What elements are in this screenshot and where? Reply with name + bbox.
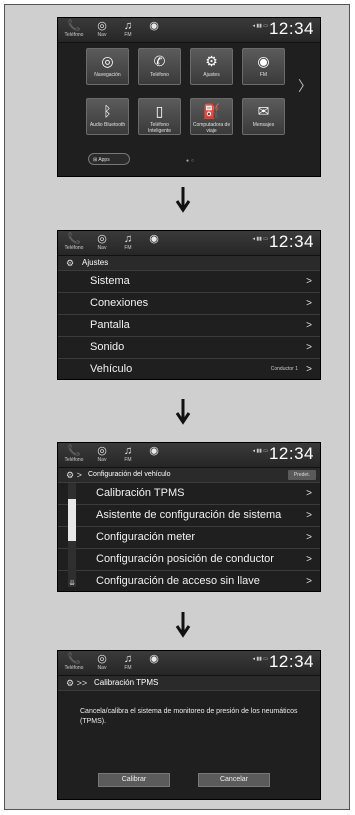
home-screen: 📞 Teléfono ◎ Nav ♫ FM ◉ ◂ ▮▮ ▭ 12:34 ◎ Naveg…	[57, 17, 321, 177]
gear-icon: ⚙ >	[66, 470, 82, 480]
navigation-icon[interactable]: ◎ Nav	[92, 20, 112, 38]
gear-icon: ⚙ >>	[66, 678, 88, 688]
tile-phone[interactable]: ✆ Teléfono	[138, 48, 181, 85]
navigation-icon[interactable]: ◎ Nav	[92, 653, 112, 671]
status-bar: 📞 Teléfono ◎ Nav ♫ FM ◉ ◂ ▮▮ ▭ 12:34	[58, 18, 320, 43]
vehicle-row-meter[interactable]: Configuración meter >	[58, 527, 320, 549]
settings-row-vehicle[interactable]: Vehículo Conductor 1 >	[58, 359, 320, 379]
audio-source-icon[interactable]: ◉	[144, 445, 164, 457]
scrollbar-thumb[interactable]	[68, 499, 76, 541]
radio-icon: ◉	[257, 53, 270, 69]
settings-row-system[interactable]: Sistema >	[58, 271, 320, 293]
radio-icon[interactable]: ♫ FM	[118, 233, 138, 251]
phone-icon: ✆	[153, 53, 166, 69]
tile-smartphone[interactable]: ▯ Teléfono Inteligente	[138, 98, 181, 135]
vehicle-row-driver-position[interactable]: Configuración posición de conductor >	[58, 549, 320, 571]
settings-row-sound[interactable]: Sonido >	[58, 337, 320, 359]
chevron-right-icon: >	[306, 364, 312, 375]
navigation-icon[interactable]: ◎ Nav	[92, 445, 112, 463]
page-indicator: ●○	[186, 158, 197, 164]
tile-fm[interactable]: ◉ FM	[242, 48, 285, 85]
driver-value: Conductor 1	[270, 366, 298, 372]
signal-icon: ◂ ▮▮ ▭	[252, 236, 268, 242]
radio-icon[interactable]: ♫ FM	[118, 20, 138, 38]
gear-icon: ⚙	[205, 53, 218, 69]
scroll-down-icon[interactable]: ⇊	[68, 579, 76, 587]
settings-title-bar: ⚙ Ajustes	[58, 256, 320, 271]
chevron-right-icon: >	[306, 320, 312, 331]
bluetooth-icon: ᛒ	[103, 103, 112, 119]
clock: 12:34	[268, 444, 314, 463]
down-arrow-icon	[175, 187, 191, 213]
tpms-message: Cancela/calibra el sistema de monitoreo …	[80, 708, 298, 725]
vehicle-title-bar: ⚙ > Configuración del vehículo Predet.	[58, 468, 320, 483]
tile-settings[interactable]: ⚙ Ajustes	[190, 48, 233, 85]
navigation-icon[interactable]: ◎ Nav	[92, 233, 112, 251]
tile-messages[interactable]: ✉ Mensajes	[242, 98, 285, 135]
navigation-icon: ◎	[101, 53, 114, 69]
radio-icon[interactable]: ♫ FM	[118, 653, 138, 671]
signal-icon: ◂ ▮▮ ▭	[252, 656, 268, 662]
chevron-right-icon: >	[306, 276, 312, 287]
phone-icon[interactable]: 📞 Teléfono	[64, 233, 84, 251]
sms-icon: ✉	[257, 103, 270, 119]
next-page-chevron-icon[interactable]: 〉	[298, 76, 312, 96]
gear-icon: ⚙	[66, 258, 75, 268]
tile-navigation[interactable]: ◎ Navegación	[86, 48, 129, 85]
tpms-title-bar: ⚙ >> Calibración TPMS	[58, 676, 320, 691]
radio-icon[interactable]: ♫ FM	[118, 445, 138, 463]
phone-icon[interactable]: 📞 Teléfono	[64, 20, 84, 38]
clock: 12:34	[268, 652, 314, 671]
tile-bluetooth-audio[interactable]: ᛒ Audio Bluetooth	[86, 98, 129, 135]
default-button[interactable]: Predet.	[287, 470, 316, 480]
clock: 12:34	[268, 19, 314, 38]
apps-button[interactable]: ⊞ Apps	[88, 153, 130, 165]
page-title: Calibración TPMS	[94, 678, 159, 687]
signal-icon: ◂ ▮▮ ▭	[252, 23, 268, 29]
chevron-right-icon: >	[306, 342, 312, 353]
fuel-icon: ⛽	[202, 103, 221, 119]
vehicle-row-keyless-access[interactable]: Configuración de acceso sin llave >	[58, 571, 320, 591]
audio-source-icon[interactable]: ◉	[144, 233, 164, 245]
page-title: Configuración del vehículo	[88, 471, 171, 478]
audio-source-icon[interactable]: ◉	[144, 20, 164, 32]
vehicle-row-tpms[interactable]: Calibración TPMS >	[58, 483, 320, 505]
calibrate-button[interactable]: Calibrar	[98, 773, 170, 787]
scrollbar[interactable]: ⇊	[68, 483, 76, 587]
clock: 12:34	[268, 232, 314, 251]
page-title: Ajustes	[82, 258, 109, 267]
down-arrow-icon	[175, 399, 191, 425]
tpms-calibration-screen: 📞 Teléfono ◎ Nav ♫ FM ◉ ◂ ▮▮ ▭ 12:34 ⚙ >> C…	[57, 650, 321, 800]
chevron-right-icon: >	[306, 298, 312, 309]
status-bar: 📞 Teléfono ◎ Nav ♫ FM ◉ ◂ ▮▮ ▭ 12:34	[58, 443, 320, 468]
chevron-right-icon: >	[306, 488, 312, 499]
signal-icon: ◂ ▮▮ ▭	[252, 448, 268, 454]
vehicle-settings-screen: 📞 Teléfono ◎ Nav ♫ FM ◉ ◂ ▮▮ ▭ 12:34 ⚙ > Co…	[57, 442, 321, 592]
status-bar: 📞 Teléfono ◎ Nav ♫ FM ◉ ◂ ▮▮ ▭ 12:34	[58, 231, 320, 256]
status-bar: 📞 Teléfono ◎ Nav ♫ FM ◉ ◂ ▮▮ ▭ 12:34	[58, 651, 320, 676]
chevron-right-icon: >	[306, 532, 312, 543]
chevron-right-icon: >	[306, 576, 312, 587]
phone-icon[interactable]: 📞 Teléfono	[64, 445, 84, 463]
phone-icon[interactable]: 📞 Teléfono	[64, 653, 84, 671]
cancel-button[interactable]: Cancelar	[198, 773, 270, 787]
settings-row-connections[interactable]: Conexiones >	[58, 293, 320, 315]
audio-source-icon[interactable]: ◉	[144, 653, 164, 665]
vehicle-row-setup-assistant[interactable]: Asistente de configuración de sistema >	[58, 505, 320, 527]
tile-trip-computer[interactable]: ⛽ Computadora de viaje	[190, 98, 233, 135]
chevron-right-icon: >	[306, 554, 312, 565]
down-arrow-icon	[175, 612, 191, 638]
settings-screen: 📞 Teléfono ◎ Nav ♫ FM ◉ ◂ ▮▮ ▭ 12:34 ⚙ Ajus…	[57, 230, 321, 380]
chevron-right-icon: >	[306, 510, 312, 521]
manual-figure-frame: 📞 Teléfono ◎ Nav ♫ FM ◉ ◂ ▮▮ ▭ 12:34 ◎ Naveg…	[4, 4, 350, 810]
settings-row-display[interactable]: Pantalla >	[58, 315, 320, 337]
smartphone-icon: ▯	[155, 103, 164, 119]
